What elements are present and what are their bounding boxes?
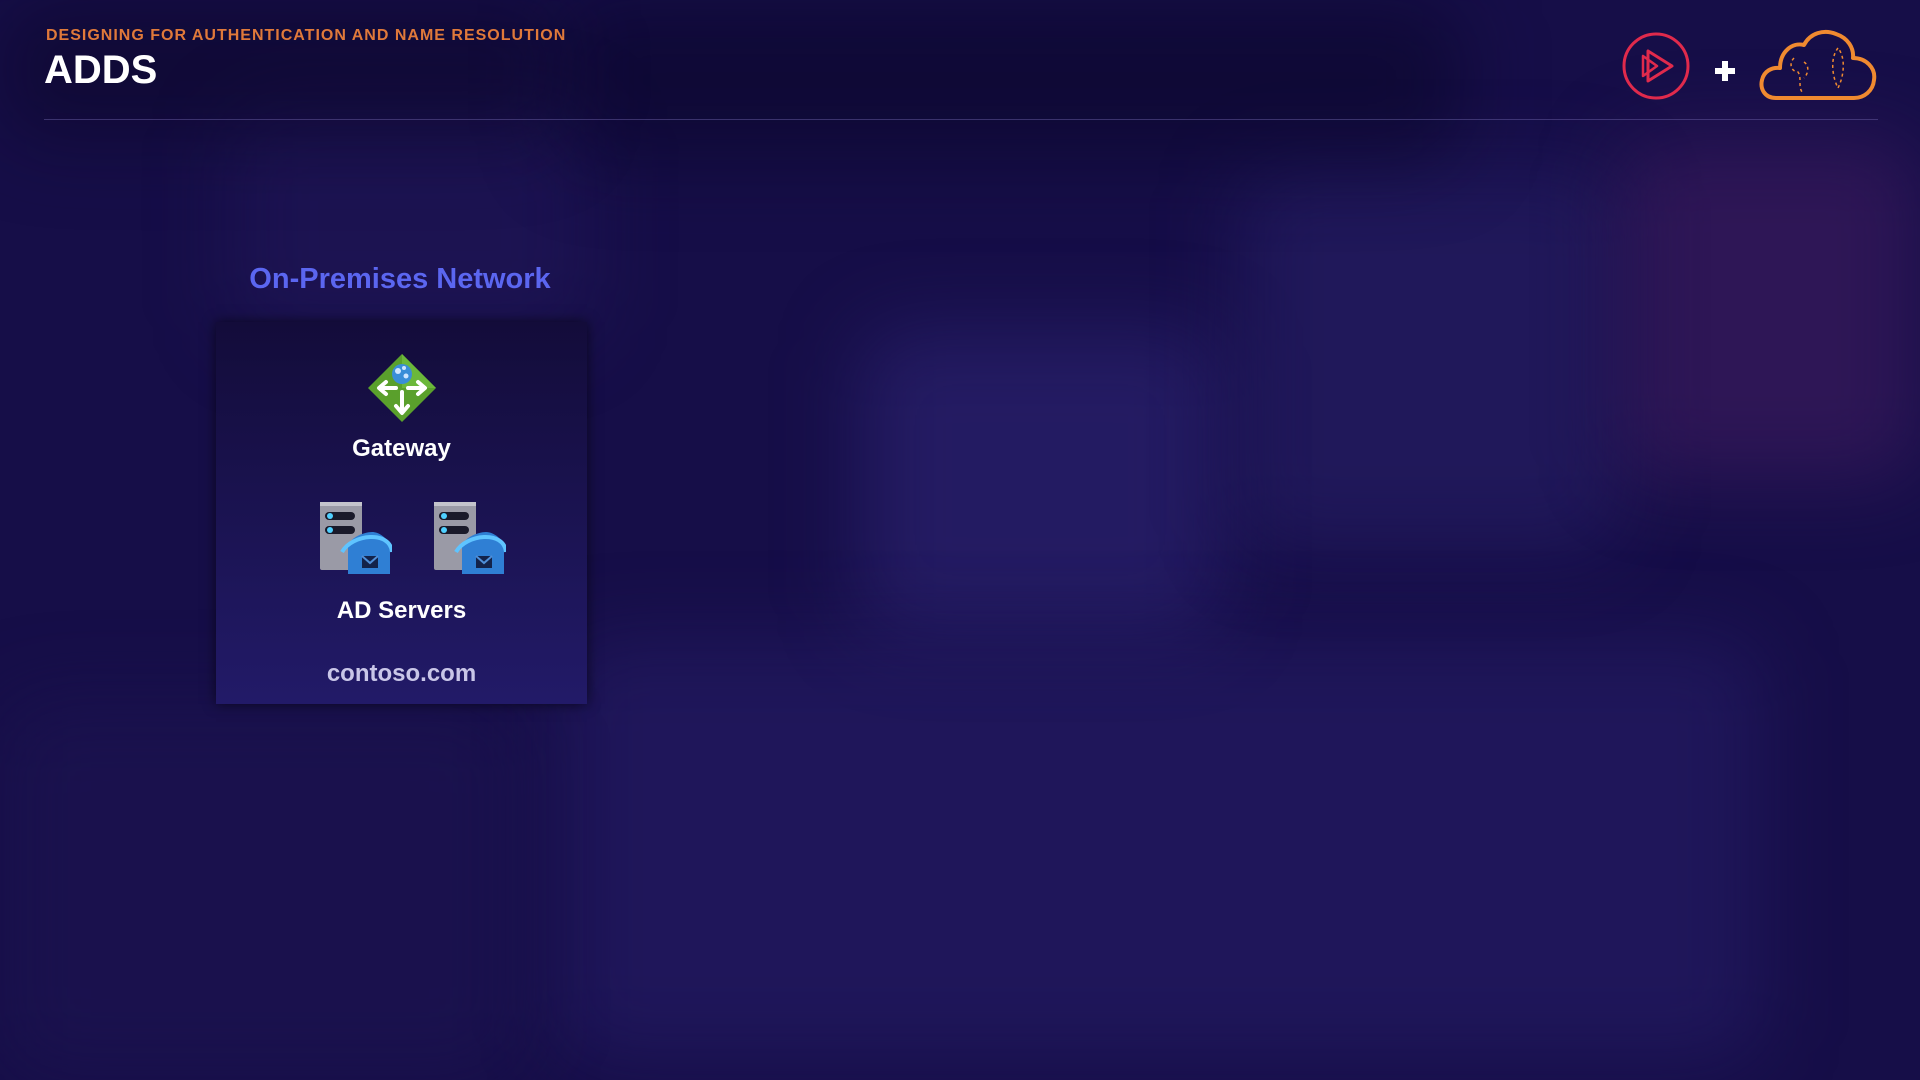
play-circle-icon [1622,32,1690,100]
header-divider [44,119,1878,120]
gateway-icon [368,354,436,422]
plus-icon [1715,61,1735,81]
slide-title: ADDS [44,48,158,92]
network-label: On-Premises Network [249,263,551,295]
on-premises-network-box: Gateway AD Servers contoso.com [216,322,587,704]
cloud-icon [1759,29,1877,100]
ad-servers-label: AD Servers [336,597,467,624]
domain-label: contoso.com [326,660,477,687]
gateway-label: Gateway [352,435,451,462]
ad-server-icon [434,502,506,574]
ad-server-icon [320,502,392,574]
slide-subtitle: DESIGNING FOR AUTHENTICATION AND NAME RE… [46,27,567,44]
